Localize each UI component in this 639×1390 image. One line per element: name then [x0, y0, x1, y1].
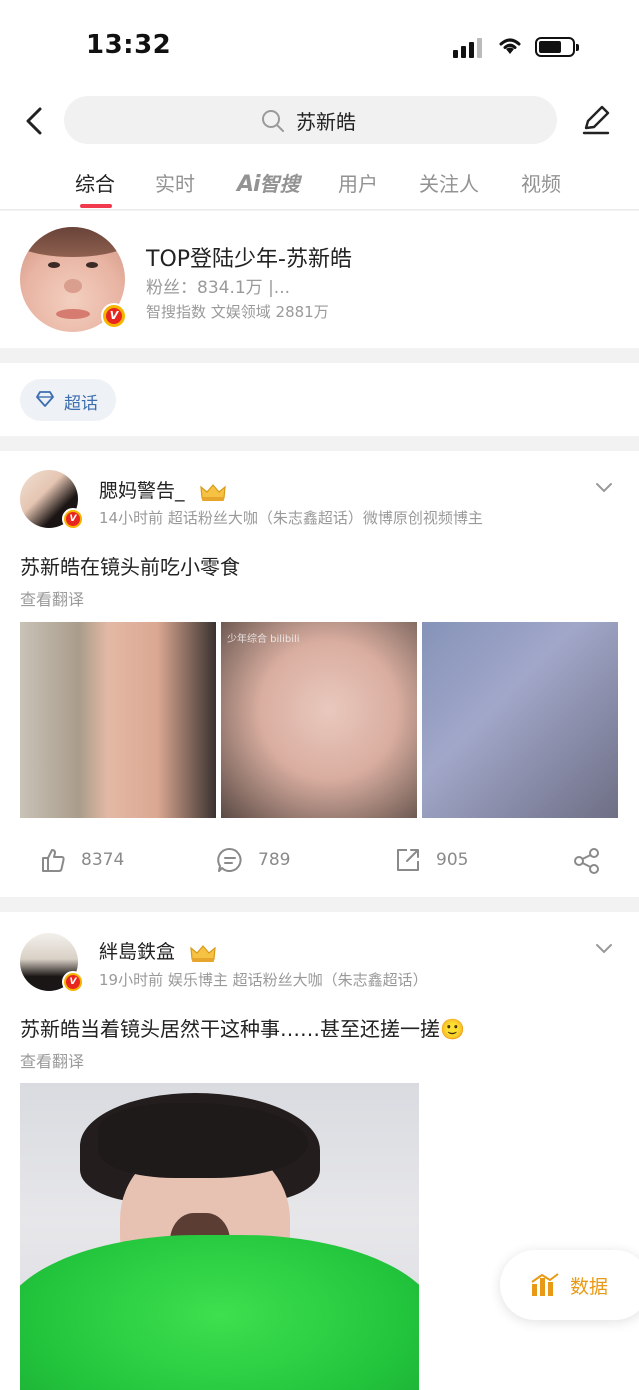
repost-count: 905	[436, 850, 469, 870]
super-topic-row: 超话	[0, 363, 639, 436]
tab-comprehensive[interactable]: 综合	[75, 168, 115, 197]
tab-ai-prefix: Ai	[237, 172, 261, 197]
status-bar: 13:32	[0, 0, 639, 92]
image-watermark: 少年综合 bilibili	[227, 634, 300, 645]
post-image[interactable]	[422, 622, 618, 818]
bar-chart-icon	[531, 1273, 559, 1296]
chevron-down-icon[interactable]	[594, 481, 614, 495]
search-header: 苏新皓 综合 实时 Ai智搜 用户 关注人 视频	[0, 92, 639, 210]
chevron-down-icon[interactable]	[594, 942, 614, 956]
post-image[interactable]	[20, 1083, 419, 1390]
post-image[interactable]: 少年综合 bilibili	[221, 622, 417, 818]
post-author-name[interactable]: 絆島鉄盒	[99, 937, 217, 964]
post-author-name[interactable]: 腮妈警告_	[99, 476, 227, 503]
tab-following[interactable]: 关注人	[419, 168, 479, 197]
verified-badge-icon: V	[62, 971, 84, 993]
tab-ai-search[interactable]: Ai智搜	[237, 168, 300, 197]
translate-link[interactable]: 查看翻译	[20, 1048, 84, 1072]
user-meta: 智搜指数 文娱领域 2881万	[146, 303, 329, 321]
post-meta: 14小时前 超话粉丝大咖（朱志鑫超话）微博原创视频博主	[99, 509, 483, 527]
verified-badge-icon: V	[101, 303, 127, 329]
battery-icon	[535, 37, 579, 57]
comment-count: 789	[258, 850, 291, 870]
comment-icon	[217, 847, 242, 872]
diamond-icon	[36, 391, 54, 407]
user-fans: 粉丝：834.1万 |...	[146, 278, 291, 298]
crown-icon	[199, 483, 226, 501]
like-button[interactable]: 8374	[40, 847, 140, 877]
post-text[interactable]: 苏新皓当着镜头居然干这种事……甚至还搓一搓🙂	[20, 1013, 465, 1042]
post-actions: 8374 789 905	[0, 839, 639, 885]
share-button[interactable]	[573, 847, 603, 877]
tab-ai-suffix: 智搜	[259, 172, 300, 196]
post-meta: 19小时前 娱乐博主 超话粉丝大咖（朱志鑫超话）	[99, 971, 428, 989]
repost-icon	[397, 849, 419, 871]
wifi-icon	[499, 38, 521, 54]
tab-realtime[interactable]: 实时	[155, 168, 195, 197]
signal-icon	[453, 36, 487, 58]
user-result-card[interactable]: V TOP登陆少年-苏新皓 粉丝：834.1万 |... 智搜指数 文娱领域 2…	[0, 211, 639, 348]
post-author-name-text: 腮妈警告_	[99, 480, 185, 502]
compose-icon[interactable]	[580, 104, 612, 136]
data-button[interactable]: 数据	[500, 1250, 639, 1320]
search-query: 苏新皓	[296, 110, 356, 134]
search-input[interactable]: 苏新皓	[64, 96, 557, 144]
super-topic-label: 超话	[64, 394, 98, 414]
post-card: V 腮妈警告_ 14小时前 超话粉丝大咖（朱志鑫超话）微博原创视频博主 苏新皓在…	[0, 451, 639, 897]
tab-users[interactable]: 用户	[338, 168, 378, 197]
user-name[interactable]: TOP登陆少年-苏新皓	[146, 241, 352, 273]
share-icon	[574, 848, 599, 874]
active-tab-indicator	[80, 204, 112, 208]
post-image[interactable]	[20, 622, 216, 818]
tab-video[interactable]: 视频	[521, 168, 561, 197]
post-text[interactable]: 苏新皓在镜头前吃小零食	[20, 551, 240, 580]
translate-link[interactable]: 查看翻译	[20, 586, 84, 610]
comment-button[interactable]: 789	[217, 847, 317, 877]
repost-button[interactable]: 905	[395, 847, 495, 877]
verified-badge-icon: V	[62, 508, 84, 530]
back-button[interactable]	[20, 106, 48, 136]
thumbs-up-icon	[42, 849, 65, 872]
super-topic-button[interactable]: 超话	[20, 379, 116, 421]
post-author-name-text: 絆島鉄盒	[99, 941, 176, 963]
crown-icon	[190, 944, 216, 962]
like-count: 8374	[81, 850, 125, 870]
status-time: 13:32	[86, 30, 172, 60]
search-tabs: 综合 实时 Ai智搜 用户 关注人 视频	[0, 158, 639, 210]
data-button-label: 数据	[570, 1276, 609, 1298]
search-icon	[262, 110, 284, 132]
